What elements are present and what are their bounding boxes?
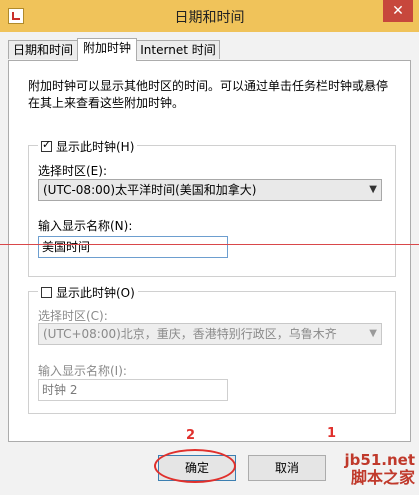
annotation-red-line: [0, 244, 419, 245]
clock2-show-checkbox[interactable]: 显示此时钟(O): [38, 284, 138, 301]
clock2-timezone-value: (UTC+08:00)北京，重庆，香港特别行政区，乌鲁木齐: [43, 327, 337, 341]
clock1-checkbox-label: 显示此时钟(H): [56, 140, 135, 154]
title-bar: 日期和时间 ✕: [0, 0, 419, 32]
watermark-url: jb51.net: [344, 451, 415, 469]
chevron-down-icon: ▼: [369, 328, 377, 339]
clock1-name-label: 输入显示名称(N):: [38, 219, 133, 233]
clock2-name-label: 输入显示名称(I):: [38, 364, 127, 378]
clock1-show-checkbox[interactable]: 显示此时钟(H): [38, 138, 138, 155]
clock2-timezone-label: 选择时区(C):: [38, 309, 108, 323]
watermark-name: 脚本之家: [350, 468, 415, 487]
checkbox-checked-icon[interactable]: [41, 138, 52, 152]
clock1-timezone-value: (UTC-08:00)太平洋时间(美国和加拿大): [43, 183, 257, 197]
clock1-timezone-label: 选择时区(E):: [38, 164, 107, 178]
close-button[interactable]: ✕: [383, 0, 413, 22]
description-text: 附加时钟可以显示其他时区的时间。可以通过单击任务栏时钟或悬停在其上来查看这些附加…: [28, 79, 389, 110]
clock2-timezone-select: (UTC+08:00)北京，重庆，香港特别行政区，乌鲁木齐 ▼: [38, 323, 382, 345]
tab-date-time[interactable]: 日期和时间: [8, 40, 78, 59]
annotation-circle: [154, 449, 236, 483]
window-title: 日期和时间: [174, 10, 245, 26]
clock2-checkbox-label: 显示此时钟(O): [56, 286, 135, 300]
clock2-name-input: 时钟 2: [38, 379, 228, 401]
chevron-down-icon[interactable]: ▼: [369, 180, 377, 200]
clock1-timezone-select[interactable]: (UTC-08:00)太平洋时间(美国和加拿大) ▼: [38, 179, 382, 201]
annotation-marker-2: 2: [186, 428, 196, 443]
checkbox-unchecked-icon[interactable]: [41, 287, 52, 298]
annotation-marker-1: 1: [327, 426, 337, 441]
watermark: jb51.net 脚本之家: [345, 452, 415, 488]
tab-additional-clocks[interactable]: 附加时钟: [77, 38, 137, 61]
tab-internet-time[interactable]: Internet 时间: [136, 40, 220, 59]
cancel-button[interactable]: 取消: [248, 455, 326, 481]
clock1-name-input[interactable]: 美国时间: [38, 236, 228, 258]
